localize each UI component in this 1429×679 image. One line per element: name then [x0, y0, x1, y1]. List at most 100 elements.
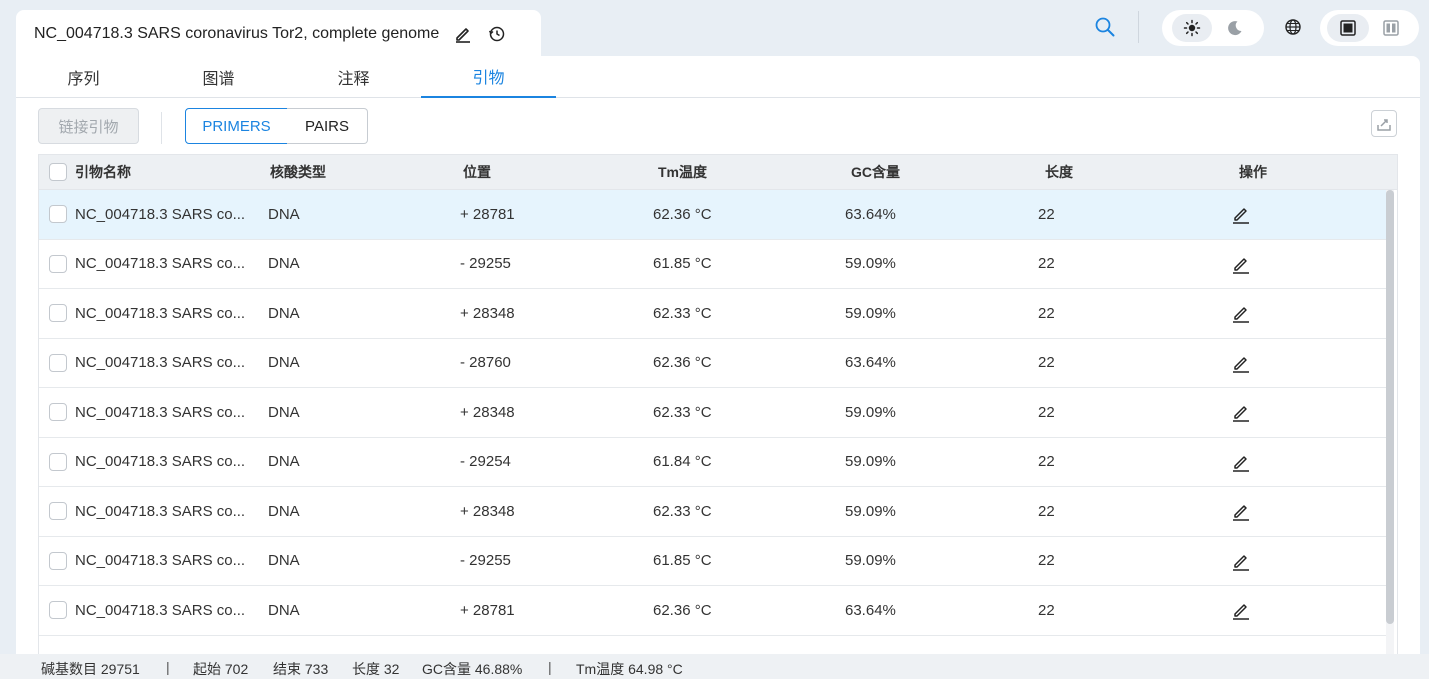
primer-position: + 28348 [460, 502, 515, 520]
pencil-icon[interactable] [1230, 401, 1252, 423]
single-panel-icon[interactable] [1326, 14, 1369, 42]
table-row[interactable]: NC_004718.3 SARS co... DNA - 29255 61.85… [39, 537, 1387, 586]
primer-length: 22 [1038, 502, 1055, 520]
primer-gc: 59.09% [845, 502, 896, 520]
primer-tm: 61.85 °C [653, 255, 712, 273]
primer-position: + 28348 [460, 403, 515, 421]
primer-type: DNA [268, 453, 300, 471]
table-row[interactable]: NC_004718.3 SARS co... DNA + 28781 62.36… [39, 190, 1387, 240]
primer-name: NC_004718.3 SARS co... [75, 453, 246, 471]
primer-length: 22 [1038, 453, 1055, 471]
table-row[interactable]: NC_004718.3 SARS co... DNA - 28760 62.36… [39, 339, 1387, 388]
pencil-icon[interactable] [1230, 451, 1252, 473]
primer-gc: 59.09% [845, 255, 896, 273]
row-checkbox[interactable] [49, 304, 67, 323]
primers-toggle-button[interactable]: PRIMERS [185, 108, 288, 144]
column-header-name[interactable]: 引物名称 [75, 155, 131, 189]
scrollbar-thumb[interactable] [1386, 190, 1394, 624]
primer-type: DNA [268, 601, 300, 619]
column-header-gc[interactable]: GC含量 [851, 155, 900, 189]
row-checkbox[interactable] [49, 205, 67, 224]
primer-name: NC_004718.3 SARS co... [75, 502, 246, 520]
tab-sequence[interactable]: 序列 [16, 56, 151, 98]
column-header-position[interactable]: 位置 [463, 155, 491, 189]
status-length: 长度 32 [352, 661, 400, 677]
primer-length: 22 [1038, 354, 1055, 372]
primer-gc: 59.09% [845, 453, 896, 471]
row-checkbox[interactable] [49, 452, 67, 471]
pencil-icon[interactable] [1230, 550, 1252, 572]
document-title: NC_004718.3 SARS coronavirus Tor2, compl… [34, 25, 440, 42]
primer-tm: 62.36 °C [653, 601, 712, 619]
row-checkbox[interactable] [49, 502, 67, 521]
table-row[interactable]: NC_004718.3 SARS co... DNA - 29254 61.84… [39, 438, 1387, 487]
primer-position: + 28781 [460, 601, 515, 619]
view-tabs: 序列 图谱 注释 引物 [16, 56, 1420, 98]
primer-length: 22 [1038, 552, 1055, 570]
primer-length: 22 [1038, 255, 1055, 273]
export-icon[interactable] [1371, 110, 1397, 137]
theme-switcher [1162, 10, 1264, 46]
link-primers-button[interactable]: 链接引物 [38, 108, 139, 144]
tab-map[interactable]: 图谱 [151, 56, 286, 98]
primer-gc: 63.64% [845, 354, 896, 372]
select-all-checkbox[interactable] [49, 163, 67, 181]
pencil-icon[interactable] [1230, 599, 1252, 621]
globe-icon[interactable] [1281, 15, 1305, 39]
primer-length: 22 [1038, 601, 1055, 619]
pairs-toggle-button[interactable]: PAIRS [287, 108, 368, 144]
primer-type: DNA [268, 502, 300, 520]
history-icon[interactable] [487, 24, 507, 44]
table-row[interactable]: NC_004718.3 SARS co... DNA + 28348 62.33… [39, 289, 1387, 339]
search-icon[interactable] [1092, 14, 1118, 40]
toolbar-divider [1138, 11, 1139, 43]
primer-gc: 59.09% [845, 304, 896, 322]
primer-type: DNA [268, 552, 300, 570]
sun-icon[interactable] [1171, 14, 1212, 42]
table-row[interactable]: NC_004718.3 SARS co... DNA + 28348 62.33… [39, 388, 1387, 438]
pencil-icon[interactable] [453, 24, 473, 44]
primer-tm: 62.33 °C [653, 304, 712, 322]
primer-name: NC_004718.3 SARS co... [75, 403, 246, 421]
row-checkbox[interactable] [49, 353, 67, 372]
status-gc: GC含量 46.88% [422, 661, 523, 677]
table-row[interactable]: NC_004718.3 SARS co... DNA + 28781 62.36… [39, 586, 1387, 636]
document-title-tab[interactable]: NC_004718.3 SARS coronavirus Tor2, compl… [16, 10, 541, 58]
pencil-icon[interactable] [1230, 302, 1252, 324]
status-bar: 碱基数目 29751 | 起始 702 结束 733 长度 32 GC含量 46… [0, 654, 1429, 679]
tab-annotations[interactable]: 注释 [286, 56, 421, 98]
primer-name: NC_004718.3 SARS co... [75, 552, 246, 570]
primer-type: DNA [268, 354, 300, 372]
table-scrollbar[interactable] [1386, 190, 1394, 654]
tab-primers[interactable]: 引物 [421, 56, 556, 98]
primers-table: 引物名称 核酸类型 位置 Tm温度 GC含量 长度 操作 NC_004718.3… [38, 154, 1398, 654]
primer-gc: 59.09% [845, 552, 896, 570]
primer-name: NC_004718.3 SARS co... [75, 255, 246, 273]
primer-position: - 28760 [460, 354, 511, 372]
primer-name: NC_004718.3 SARS co... [75, 304, 246, 322]
pencil-icon[interactable] [1230, 253, 1252, 275]
column-header-length[interactable]: 长度 [1045, 155, 1073, 189]
pencil-icon[interactable] [1230, 203, 1252, 225]
table-row[interactable]: NC_004718.3 SARS co... DNA + 28348 62.33… [39, 487, 1387, 537]
status-separator: | [548, 659, 552, 675]
row-checkbox[interactable] [49, 403, 67, 422]
row-checkbox[interactable] [49, 254, 67, 273]
primer-name: NC_004718.3 SARS co... [75, 601, 246, 619]
primers-toolbar: 链接引物 PRIMERS PAIRS [16, 98, 1420, 154]
primer-position: - 29254 [460, 453, 511, 471]
pencil-icon[interactable] [1230, 352, 1252, 374]
row-checkbox[interactable] [49, 551, 67, 570]
row-checkbox[interactable] [49, 601, 67, 620]
primer-position: - 29255 [460, 255, 511, 273]
primer-length: 22 [1038, 403, 1055, 421]
column-header-tm[interactable]: Tm温度 [658, 155, 707, 189]
table-header: 引物名称 核酸类型 位置 Tm温度 GC含量 长度 操作 [39, 154, 1397, 190]
primer-tm: 62.33 °C [653, 403, 712, 421]
column-header-type[interactable]: 核酸类型 [270, 155, 326, 189]
split-panel-icon[interactable] [1370, 14, 1412, 42]
table-row[interactable]: NC_004718.3 SARS co... DNA - 29255 61.85… [39, 240, 1387, 289]
moon-icon[interactable] [1215, 14, 1255, 42]
pencil-icon[interactable] [1230, 500, 1252, 522]
primer-gc: 63.64% [845, 205, 896, 223]
